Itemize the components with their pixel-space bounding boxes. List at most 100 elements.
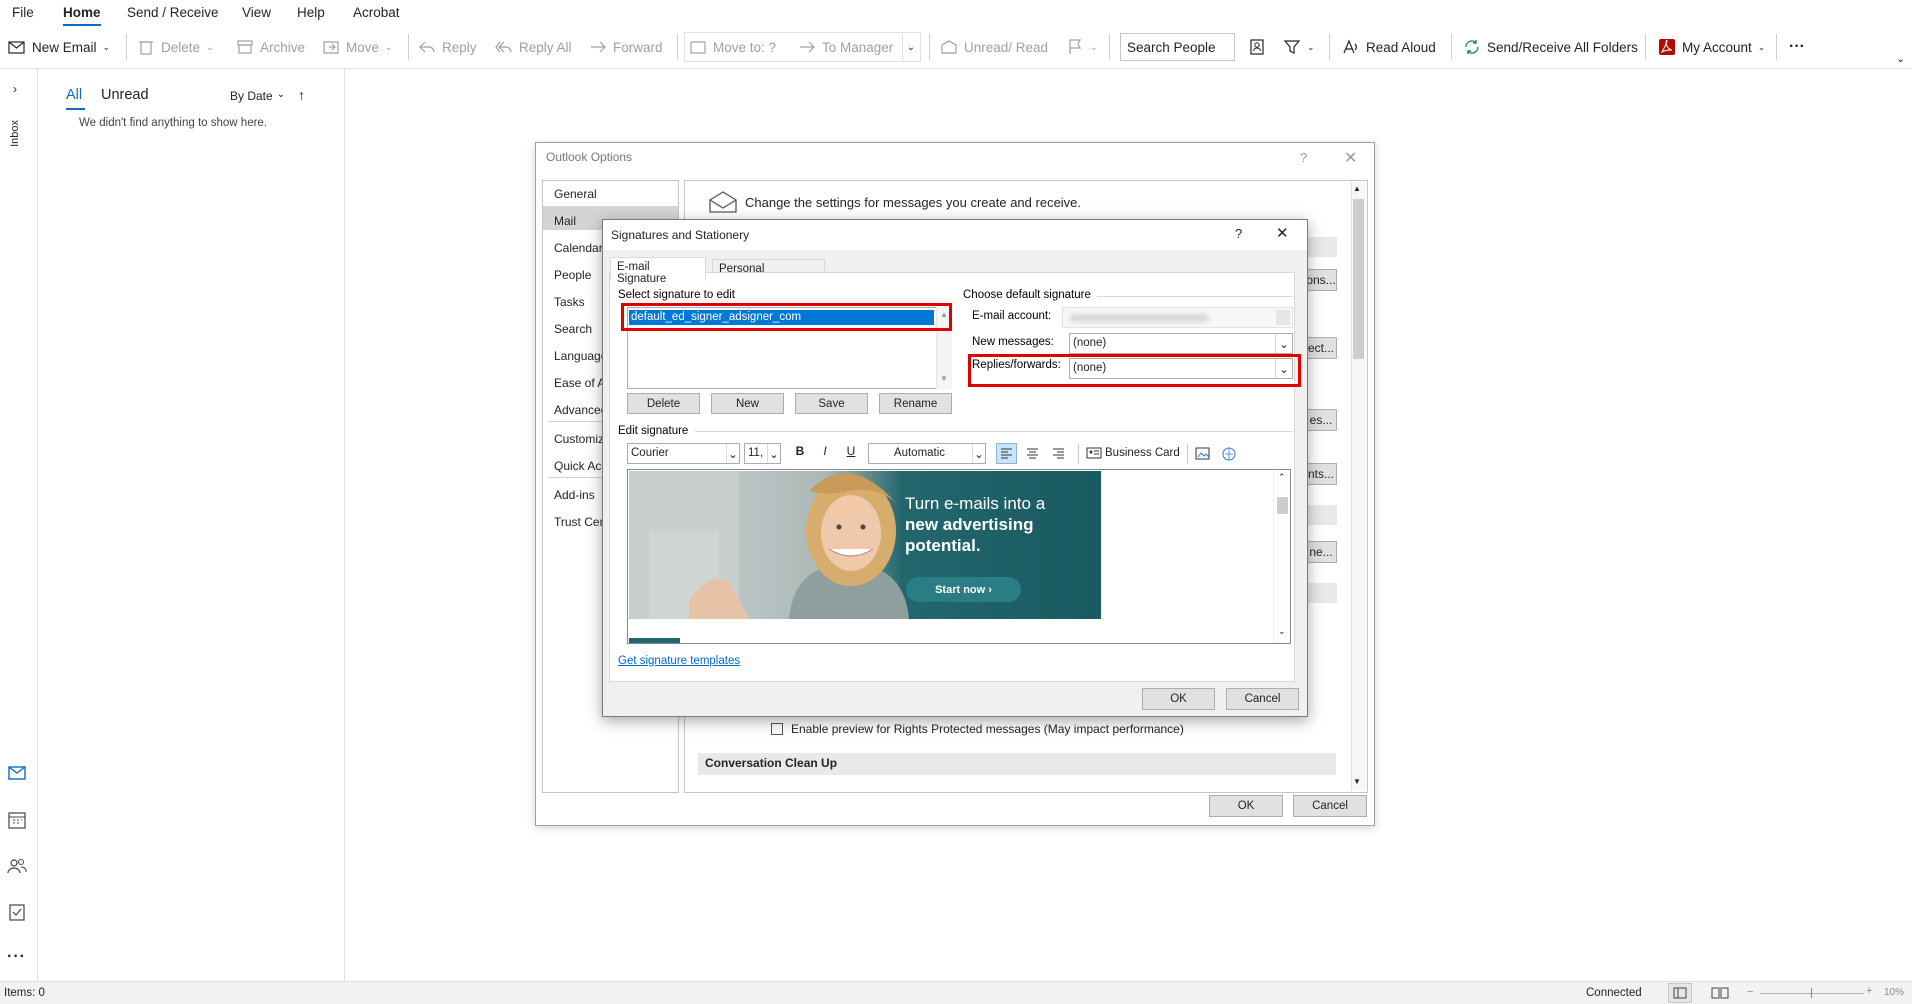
ribbon-collapse-icon[interactable]: ⌄ (1896, 52, 1905, 65)
my-account-button[interactable]: My Account ⌄ (1658, 34, 1765, 60)
editor-scrollbar-thumb[interactable] (1277, 497, 1288, 514)
zoom-slider-thumb[interactable] (1811, 988, 1812, 998)
new-messages-select[interactable]: (none) ⌄ (1069, 333, 1293, 354)
menu-view[interactable]: View (242, 5, 271, 20)
filter-email-button[interactable]: ⌄ (1283, 34, 1315, 60)
archive-button[interactable]: Archive (236, 34, 305, 60)
replies-forwards-select[interactable]: (none) ⌄ (1069, 358, 1293, 379)
business-card-button[interactable]: Business Card (1086, 446, 1180, 460)
more-apps-icon[interactable]: ··· (7, 948, 26, 966)
scroll-down-icon[interactable]: ▼ (1353, 777, 1361, 786)
signature-delete-button[interactable]: Delete (627, 393, 700, 414)
signature-save-button[interactable]: Save (795, 393, 868, 414)
more-options-button[interactable]: ··· (1789, 34, 1805, 60)
options-nav-tasks[interactable]: Tasks (554, 295, 602, 309)
expand-folder-pane-icon[interactable]: › (13, 82, 17, 96)
align-left-button[interactable] (996, 443, 1017, 464)
signature-rename-button[interactable]: Rename (879, 393, 952, 414)
italic-button[interactable]: I (818, 444, 832, 458)
unread-read-button[interactable]: Unread/ Read (940, 34, 1048, 60)
quick-step-to-manager[interactable]: To Manager (798, 34, 893, 60)
scroll-down-icon[interactable]: ▼ (940, 374, 948, 383)
options-nav-search[interactable]: Search (554, 322, 602, 336)
menu-acrobat[interactable]: Acrobat (353, 5, 400, 20)
rail-inbox-label[interactable]: Inbox (9, 120, 21, 147)
align-right-button[interactable] (1049, 444, 1068, 463)
options-nav-ease-of-access[interactable]: Ease of Access (554, 376, 602, 390)
options-nav-advanced[interactable]: Advanced (554, 403, 602, 417)
reading-view-button[interactable] (1709, 984, 1731, 1002)
options-help-button[interactable]: ? (1300, 150, 1307, 165)
sort-direction-up-icon[interactable]: ↑ (298, 87, 305, 103)
zoom-in-icon[interactable]: + (1866, 985, 1872, 997)
underline-button[interactable]: U (844, 444, 858, 458)
options-partial-button[interactable]: ons... (1305, 269, 1337, 291)
align-center-button[interactable] (1023, 444, 1042, 463)
chevron-down-icon[interactable]: ⌄ (103, 42, 111, 53)
editor-scrollbar[interactable]: ⌃ ⌄ (1273, 470, 1290, 643)
signatures-close-icon[interactable]: ✕ (1276, 224, 1289, 242)
font-color-select[interactable]: Automatic ⌄ (868, 443, 986, 464)
signatures-ok-button[interactable]: OK (1142, 688, 1215, 710)
preview-checkbox[interactable] (771, 723, 783, 735)
read-aloud-button[interactable]: Read Aloud (1342, 34, 1436, 60)
options-cancel-button[interactable]: Cancel (1293, 795, 1367, 817)
new-email-button[interactable]: New Email ⌄ (8, 34, 110, 60)
zoom-out-icon[interactable]: − (1747, 986, 1753, 998)
filter-unread-tab[interactable]: Unread (101, 87, 149, 103)
quick-step-move-to[interactable]: Move to: ? (689, 34, 776, 60)
move-button[interactable]: Move ⌄ (322, 34, 393, 60)
filter-all-tab[interactable]: All (66, 87, 82, 103)
chevron-down-icon[interactable]: ⌄ (1090, 42, 1098, 53)
menu-send-receive[interactable]: Send / Receive (127, 5, 219, 20)
font-select[interactable]: Courier ⌄ (627, 443, 740, 464)
zoom-slider[interactable] (1760, 993, 1864, 994)
options-nav-language[interactable]: Language (554, 349, 602, 363)
signature-editor[interactable]: Turn e-mails into a new advertising pote… (627, 469, 1291, 644)
options-nav-general[interactable]: General (554, 187, 664, 201)
tasks-icon[interactable] (8, 903, 26, 921)
chevron-down-icon[interactable]: ⌄ (1307, 42, 1315, 53)
options-partial-button[interactable]: nts... (1305, 463, 1337, 485)
signature-new-button[interactable]: New (711, 393, 784, 414)
tab-email-signature[interactable]: E-mail Signature (610, 257, 706, 285)
options-close-icon[interactable]: ✕ (1344, 148, 1357, 168)
quick-steps-expand-icon[interactable]: ⌄ (902, 34, 919, 60)
calendar-icon[interactable] (8, 811, 26, 829)
menu-home[interactable]: Home (63, 5, 101, 20)
chevron-down-icon[interactable]: ⌄ (206, 42, 214, 53)
chevron-down-icon[interactable]: ⌄ (385, 42, 393, 53)
search-people-input[interactable]: Search People (1120, 33, 1235, 61)
menu-help[interactable]: Help (297, 5, 325, 20)
signatures-help-button[interactable]: ? (1235, 226, 1242, 241)
reply-all-button[interactable]: Reply All (495, 34, 572, 60)
insert-hyperlink-button[interactable] (1220, 445, 1238, 463)
insert-picture-button[interactable] (1194, 445, 1212, 463)
options-nav-add-ins[interactable]: Add-ins (554, 488, 602, 502)
options-partial-button[interactable]: ect... (1305, 337, 1337, 359)
flag-button[interactable]: ⌄ (1066, 34, 1098, 60)
scroll-up-icon[interactable]: ▲ (1353, 184, 1361, 193)
chevron-up-icon[interactable]: ⌃ (1278, 472, 1286, 483)
reply-button[interactable]: Reply (418, 34, 477, 60)
bold-button[interactable]: B (793, 444, 807, 458)
options-ok-button[interactable]: OK (1209, 795, 1283, 817)
options-nav-calendar[interactable]: Calendar (554, 241, 602, 255)
get-signature-templates-link[interactable]: Get signature templates (618, 655, 740, 667)
options-nav-customize-ribbon[interactable]: Customize Ribbon (554, 432, 602, 446)
chevron-down-icon[interactable]: ⌄ (1758, 42, 1766, 53)
options-partial-button[interactable]: ne... (1305, 541, 1337, 563)
address-book-button[interactable] (1248, 34, 1266, 60)
sort-by-date-button[interactable]: By Date ⌄ (230, 89, 285, 103)
options-scrollbar-thumb[interactable] (1353, 199, 1364, 359)
forward-button[interactable]: Forward (589, 34, 663, 60)
people-icon[interactable] (7, 857, 27, 875)
send-receive-all-button[interactable]: Send/Receive All Folders (1463, 34, 1638, 60)
options-partial-button[interactable]: es... (1305, 409, 1337, 431)
menu-file[interactable]: File (12, 5, 34, 20)
options-nav-trust-center[interactable]: Trust Center (554, 515, 602, 529)
chevron-down-icon[interactable]: ⌄ (1278, 626, 1286, 637)
delete-button[interactable]: Delete ⌄ (137, 34, 214, 60)
signatures-cancel-button[interactable]: Cancel (1226, 688, 1299, 710)
normal-view-button[interactable] (1668, 983, 1692, 1003)
